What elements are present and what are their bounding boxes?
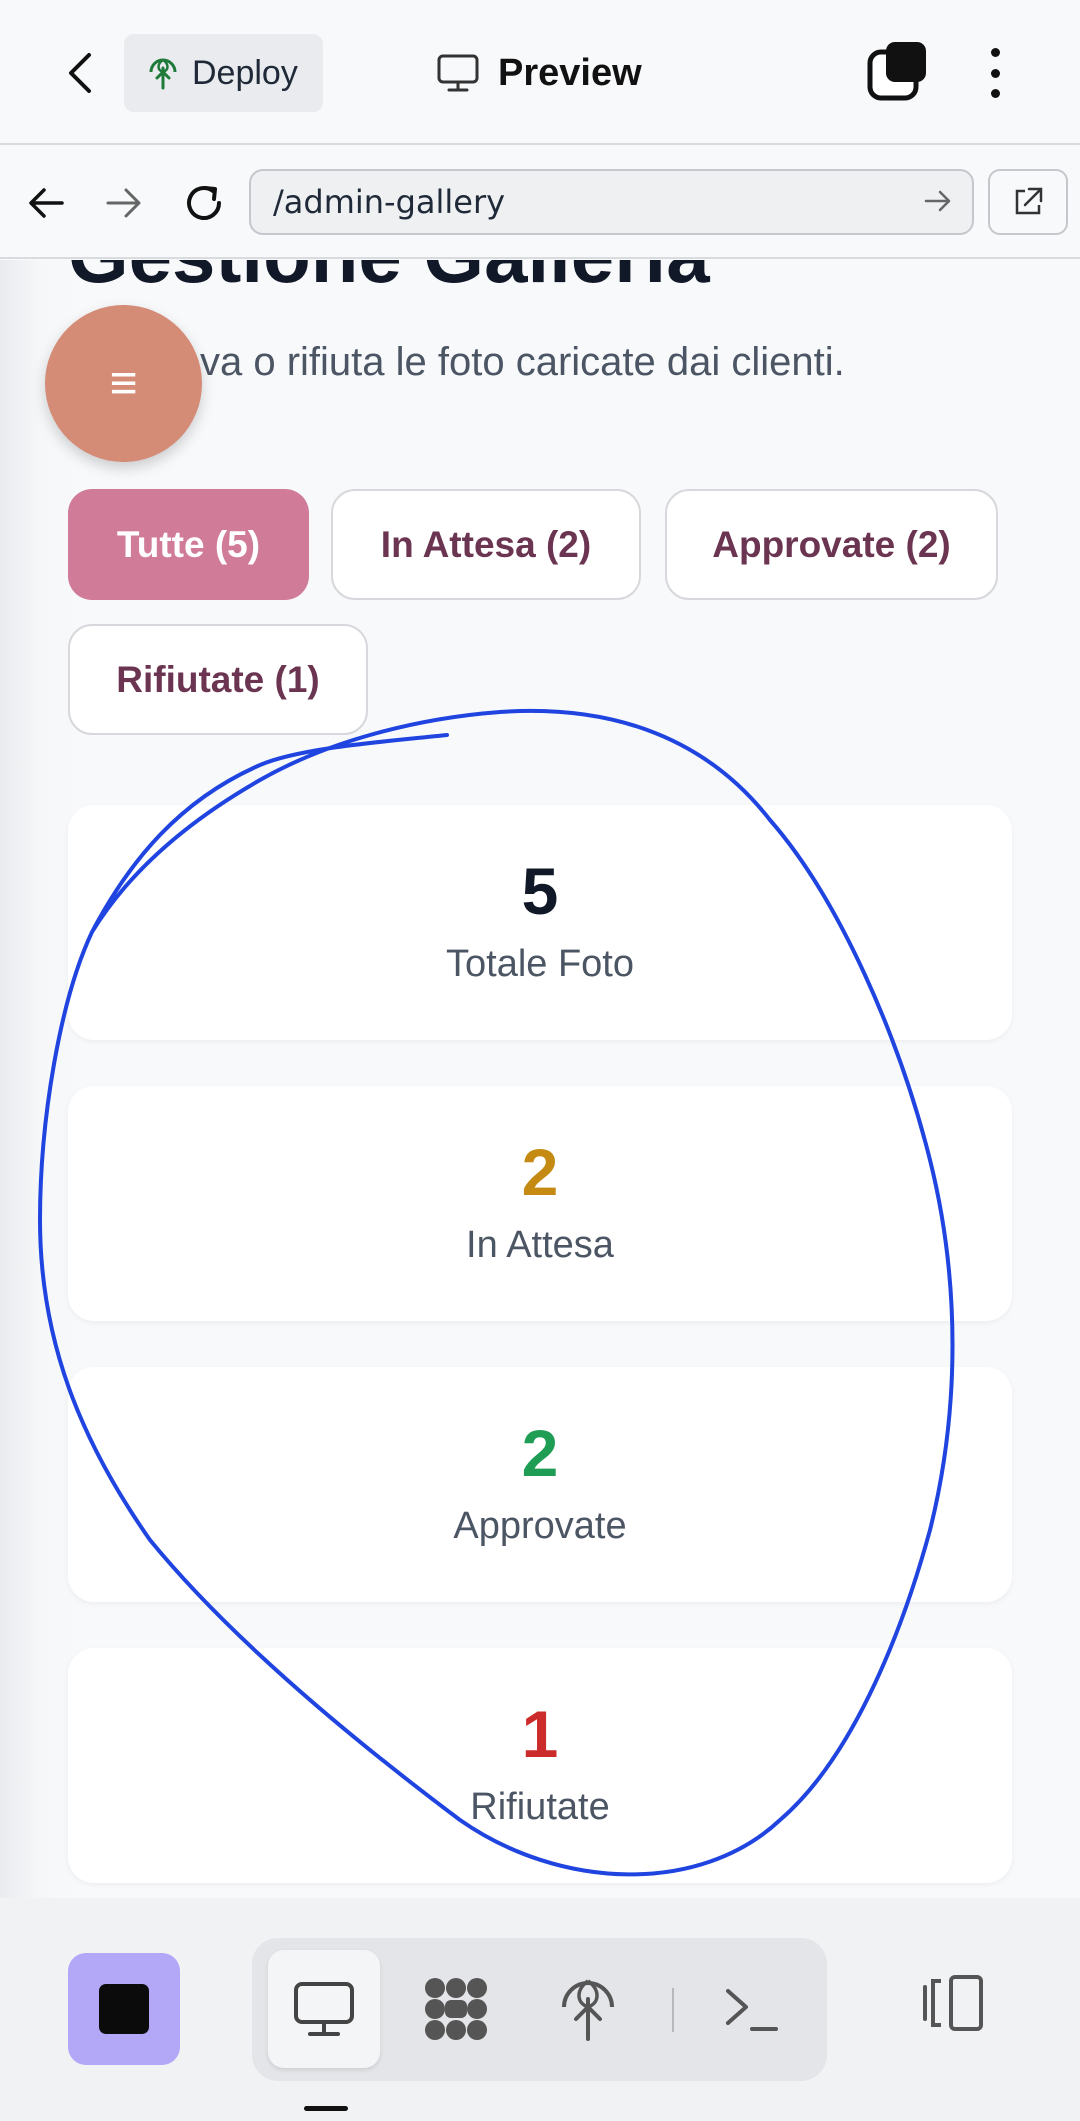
menu-button[interactable]: ≡ bbox=[45, 305, 202, 462]
menu-icon: ≡ bbox=[109, 357, 138, 410]
filter-pending[interactable]: In Attesa (2) bbox=[331, 489, 641, 600]
url-text: /admin-gallery bbox=[273, 183, 506, 221]
stat-label: Totale Foto bbox=[446, 943, 634, 985]
stat-value: 1 bbox=[521, 1697, 559, 1771]
terminal-icon[interactable] bbox=[696, 1950, 808, 2068]
browser-forward-icon[interactable] bbox=[96, 175, 152, 231]
tabs-switcher-icon[interactable] bbox=[866, 40, 932, 106]
url-input[interactable]: /admin-gallery bbox=[249, 169, 974, 235]
browser-back-icon[interactable] bbox=[18, 175, 74, 231]
stat-card-rejected: 1 Rifiutate bbox=[68, 1648, 1012, 1883]
stat-card-pending: 2 In Attesa bbox=[68, 1086, 1012, 1321]
reload-icon[interactable] bbox=[176, 175, 232, 231]
open-external-icon[interactable] bbox=[988, 169, 1068, 235]
page-subtitle: va o rifiuta le foto caricate dai client… bbox=[200, 340, 845, 384]
preview-tab[interactable]: Preview bbox=[436, 40, 642, 106]
stop-button[interactable] bbox=[68, 1953, 180, 2065]
stat-label: Approvate bbox=[453, 1505, 627, 1547]
tool-group bbox=[252, 1938, 827, 2081]
deploy-tool-icon[interactable] bbox=[532, 1950, 644, 2068]
side-panel-icon[interactable] bbox=[918, 1968, 988, 2038]
app-bar: Deploy Preview bbox=[0, 0, 1080, 145]
filter-rejected[interactable]: Rifiutate (1) bbox=[68, 624, 368, 735]
stat-value: 2 bbox=[521, 1416, 559, 1490]
stat-card-total: 5 Totale Foto bbox=[68, 805, 1012, 1040]
monitor-icon bbox=[437, 54, 479, 92]
stat-label: Rifiutate bbox=[470, 1786, 610, 1828]
deploy-button[interactable]: Deploy bbox=[124, 34, 323, 112]
deploy-icon bbox=[149, 58, 177, 90]
url-bar: /admin-gallery bbox=[0, 147, 1080, 259]
filter-approved[interactable]: Approvate (2) bbox=[665, 489, 998, 600]
filter-all[interactable]: Tutte (5) bbox=[68, 489, 309, 600]
preview-tool-icon[interactable] bbox=[268, 1950, 380, 2068]
deploy-label: Deploy bbox=[192, 53, 298, 92]
stat-label: In Attesa bbox=[466, 1224, 614, 1266]
page-title: Gestione Galleria bbox=[68, 260, 710, 301]
stat-value: 2 bbox=[521, 1135, 559, 1209]
preview-label: Preview bbox=[498, 51, 642, 94]
back-icon[interactable] bbox=[55, 48, 105, 98]
tool-divider bbox=[672, 1988, 674, 2032]
stat-card-approved: 2 Approvate bbox=[68, 1367, 1012, 1602]
bottom-toolbar bbox=[0, 1898, 1080, 2121]
stop-icon bbox=[99, 1984, 149, 2034]
stat-value: 5 bbox=[521, 854, 559, 928]
go-arrow-icon[interactable] bbox=[922, 185, 954, 217]
home-indicator bbox=[304, 2106, 348, 2111]
more-options-icon[interactable] bbox=[975, 40, 1015, 106]
preview-viewport: Gestione Galleria va o rifiuta le foto c… bbox=[0, 260, 1080, 1898]
workflow-icon[interactable] bbox=[400, 1950, 512, 2068]
